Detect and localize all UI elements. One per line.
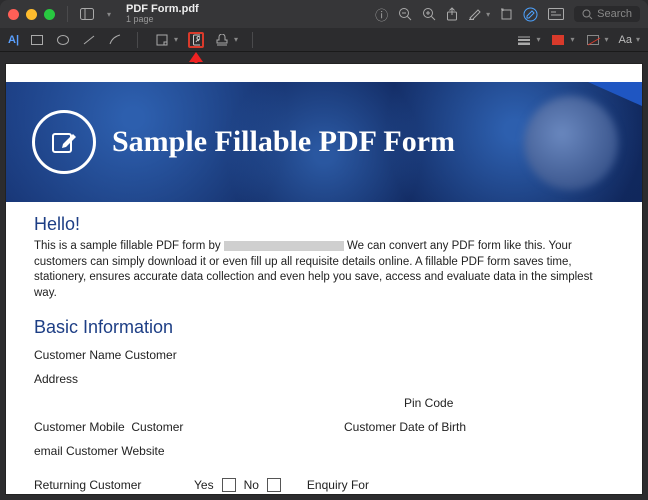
edit-icon (32, 110, 96, 174)
hello-heading: Hello! (34, 214, 614, 235)
rect-tool-icon[interactable] (29, 32, 45, 48)
minimize-window[interactable] (26, 9, 37, 20)
intro-text-pre: This is a sample fillable PDF form by (34, 240, 224, 252)
separator (67, 6, 68, 22)
sidebar-toggle-icon[interactable] (80, 8, 98, 20)
share-icon[interactable] (446, 7, 458, 21)
basic-info-grid: Customer Name Customer Address Pin Code … (34, 348, 614, 458)
chevron-down-icon[interactable]: ▾ (234, 35, 238, 44)
signature-tool-icon[interactable] (188, 32, 204, 48)
label-website: Customer Website (66, 444, 164, 458)
label-returning: Returning Customer (34, 478, 186, 492)
separator (137, 32, 138, 48)
label-email: email (34, 444, 63, 458)
line-tool-icon[interactable] (81, 32, 97, 48)
section-basic-info: Basic Information (34, 317, 614, 338)
label-enquiry: Enquiry For (307, 478, 369, 492)
chevron-down-icon[interactable]: ▾ (636, 35, 640, 44)
rotate-icon[interactable] (500, 8, 513, 21)
chevron-down-icon[interactable]: ▾ (605, 35, 609, 44)
intro-paragraph: This is a sample fillable PDF form by We… (34, 239, 614, 301)
close-window[interactable] (8, 9, 19, 20)
label-no: No (244, 478, 259, 492)
checkbox-yes[interactable] (222, 478, 236, 492)
search-placeholder: Search (597, 8, 632, 20)
chevron-down-icon[interactable]: ▾ (486, 10, 490, 19)
returning-row: Returning Customer Yes No Enquiry For (34, 478, 614, 492)
annotation-toolbar: A| ▾ ▾ ▾ ▾ ▾ Aa ▾ (0, 28, 648, 52)
label-name: Customer Name (34, 348, 121, 362)
font-menu[interactable]: Aa (619, 34, 632, 46)
stroke-color-icon[interactable] (550, 32, 566, 48)
label-yes: Yes (194, 478, 214, 492)
note-tool-icon[interactable] (154, 32, 170, 48)
window-controls (8, 9, 55, 20)
oval-tool-icon[interactable] (55, 32, 71, 48)
text-tool[interactable]: A| (8, 34, 19, 46)
label-customer2: Customer (131, 420, 183, 434)
zoom-in-icon[interactable] (422, 7, 436, 21)
info-icon[interactable]: ⓘ (375, 5, 388, 24)
titlebar-actions: ⓘ ▾ Search (375, 5, 640, 24)
highlight-icon[interactable] (468, 8, 482, 20)
separator (252, 32, 253, 48)
chevron-down-icon[interactable]: ▾ (100, 10, 118, 19)
stamp-tool-icon[interactable] (214, 32, 230, 48)
search-field[interactable]: Search (574, 6, 640, 22)
label-mobile: Customer Mobile (34, 420, 125, 434)
label-pincode: Pin Code (404, 396, 614, 410)
zoom-out-icon[interactable] (398, 7, 412, 21)
redacted-company (224, 241, 344, 251)
document-title-group: PDF Form.pdf 1 page (126, 4, 199, 24)
form-icon[interactable] (548, 8, 564, 20)
markup-icon[interactable] (523, 7, 538, 22)
chevron-down-icon[interactable]: ▾ (174, 35, 178, 44)
fill-color-icon[interactable] (585, 32, 601, 48)
titlebar: ▾ PDF Form.pdf 1 page ⓘ ▾ Search (0, 0, 648, 28)
banner-title: Sample Fillable PDF Form (112, 126, 455, 158)
label-dob: Customer Date of Birth (344, 420, 554, 434)
banner-globe (524, 96, 618, 190)
banner: Sample Fillable PDF Form (6, 82, 642, 202)
chevron-down-icon[interactable]: ▾ (570, 35, 574, 44)
document-subtitle: 1 page (126, 15, 199, 24)
checkbox-no[interactable] (267, 478, 281, 492)
zoom-window[interactable] (44, 9, 55, 20)
label-address: Address (34, 372, 194, 386)
document-page[interactable]: Sample Fillable PDF Form Hello! This is … (6, 64, 642, 494)
label-customer: Customer (125, 348, 177, 362)
chevron-down-icon[interactable]: ▾ (536, 35, 540, 44)
line-weight-icon[interactable] (516, 32, 532, 48)
pen-tool-icon[interactable] (107, 32, 123, 48)
search-icon (582, 9, 593, 20)
